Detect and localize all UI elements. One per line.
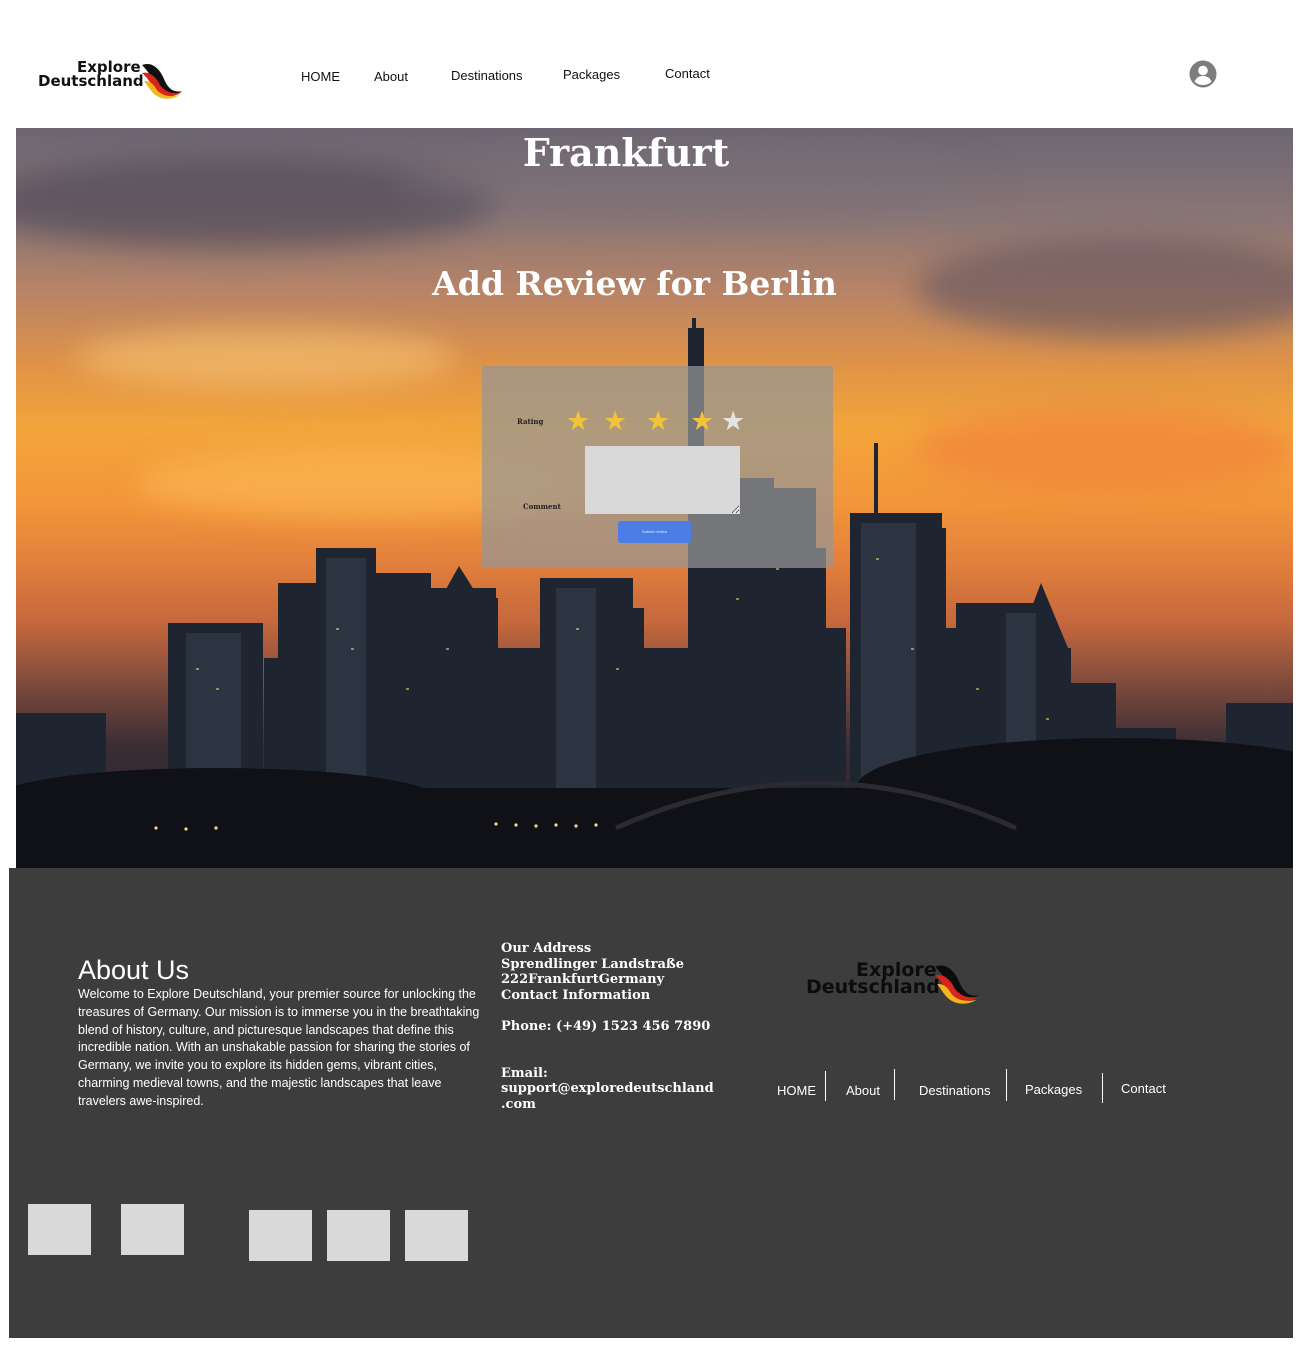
star-filled-icon[interactable]: ★ [603, 408, 627, 435]
footer-nav-divider [825, 1071, 826, 1101]
social-placeholder-3[interactable] [249, 1210, 312, 1261]
hero-banner: Frankfurt Add Review for Berlin Rating ★… [16, 128, 1293, 880]
review-heading: Add Review for Berlin [432, 264, 837, 303]
german-flag-swoosh-icon [935, 965, 980, 1004]
about-us-text: Welcome to Explore Deutschland, your pre… [78, 987, 480, 1108]
nav-packages[interactable]: Packages [563, 67, 620, 82]
german-flag-swoosh-icon [142, 63, 182, 99]
about-us-heading: About Us [78, 955, 190, 985]
user-circle-icon[interactable] [1189, 60, 1217, 88]
nav-destinations[interactable]: Destinations [451, 68, 523, 83]
footer-logo-text-line2: Deutschland [806, 976, 940, 998]
logo-text-line2: Deutschland [38, 72, 144, 90]
address-line-2: 222FrankfurtGermany [501, 972, 665, 987]
star-filled-icon[interactable]: ★ [646, 408, 670, 435]
email-label: Email: [501, 1065, 548, 1081]
nav-home[interactable]: HOME [301, 69, 340, 84]
footer-nav-divider [894, 1069, 895, 1100]
address-heading: Our Address [501, 941, 592, 956]
star-filled-icon[interactable]: ★ [690, 408, 714, 435]
footer-nav-destinations[interactable]: Destinations [919, 1083, 991, 1098]
submit-review-button[interactable]: Submit review [618, 521, 691, 543]
contact-heading: Contact Information [501, 987, 651, 1003]
social-placeholder-1[interactable] [28, 1204, 91, 1255]
city-title: Frankfurt [522, 130, 730, 175]
review-form: Rating ★ ★ ★ ★ ★ Comment Submit review [482, 366, 833, 568]
rating-label: Rating [517, 417, 544, 426]
address-line-1: Sprendlinger Landstraße [501, 956, 685, 972]
footer-nav-home[interactable]: HOME [777, 1083, 816, 1098]
social-placeholder-2[interactable] [121, 1204, 184, 1255]
footer-logo[interactable]: Explore Deutschland [806, 958, 986, 1006]
comment-input[interactable] [585, 446, 740, 514]
comment-label: Comment [523, 502, 561, 511]
nav-contact[interactable]: Contact [665, 66, 710, 81]
phone-number: Phone: (+49) 1523 456 7890 [501, 1019, 711, 1034]
footer-nav-contact[interactable]: Contact [1121, 1081, 1166, 1096]
footer-nav-divider [1006, 1069, 1007, 1101]
nav-about[interactable]: About [374, 69, 408, 84]
site-header: Explore Deutschland HOME About Destinati… [5, 0, 1293, 128]
star-empty-icon[interactable]: ★ [721, 408, 745, 435]
footer-nav-packages[interactable]: Packages [1025, 1082, 1082, 1097]
social-placeholder-4[interactable] [327, 1210, 390, 1261]
star-filled-icon[interactable]: ★ [566, 408, 590, 435]
footer-nav-divider [1102, 1073, 1103, 1103]
social-placeholder-5[interactable] [405, 1210, 468, 1261]
contact-block: Our Address Sprendlinger Landstraße 222F… [501, 941, 731, 1112]
site-footer: About Us Welcome to Explore Deutschland,… [9, 868, 1293, 1338]
footer-nav-about[interactable]: About [846, 1083, 880, 1098]
site-logo[interactable]: Explore Deutschland [38, 57, 188, 99]
email-address[interactable]: support@exploredeutschland .com [501, 1081, 731, 1112]
